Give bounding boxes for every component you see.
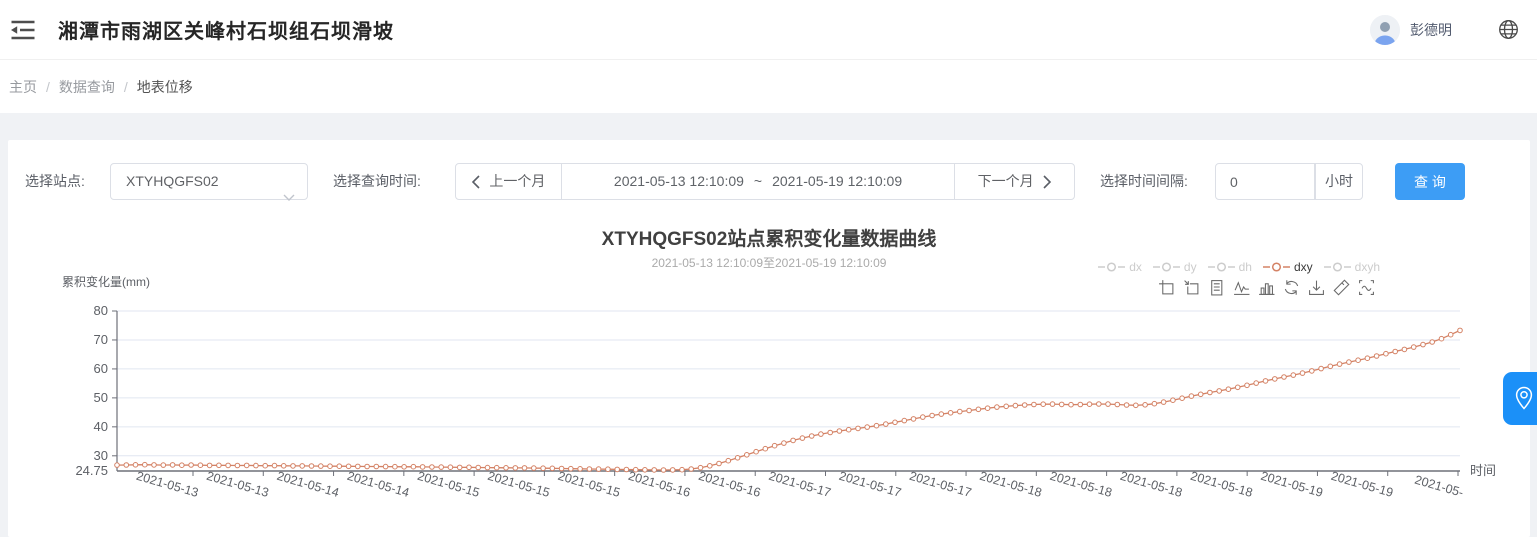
legend-item-dy[interactable]: dy [1153,260,1197,274]
svg-text:70: 70 [94,332,108,347]
chevron-left-icon [471,175,480,189]
zoom-select-icon[interactable] [1158,279,1175,296]
date-range-display[interactable]: 2021-05-13 12:10:09 ~ 2021-05-19 12:10:0… [562,164,955,199]
chart-title: XTYHQGFS02站点累积变化量数据曲线 [8,224,1530,251]
svg-text:80: 80 [94,303,108,318]
breadcrumb-separator: / [124,79,128,95]
svg-text:2021-05-17: 2021-05-17 [908,469,973,500]
legend-marker-icon [1208,261,1235,273]
breadcrumb: 主页 / 数据查询 / 地表位移 [0,61,1537,113]
zoom-reset-icon[interactable] [1183,279,1200,296]
user-name[interactable]: 彭德明 [1410,20,1452,40]
page-root: 湘潭市雨湖区关峰村石坝组石坝滑坡 彭德明 主页 / 数据查询 / 地表位移 选 [0,0,1537,537]
svg-text:2021-05-17: 2021-05-17 [837,469,902,500]
svg-text:2021-05-13: 2021-05-13 [205,469,270,500]
svg-text:2021-05-16: 2021-05-16 [697,469,762,500]
svg-text:2021-05-13: 2021-05-13 [135,469,200,500]
line-chart-icon[interactable] [1233,279,1250,296]
svg-text:30: 30 [94,448,108,463]
right-gutter [1530,113,1537,537]
svg-text:2021-05-19: 2021-05-19 [1259,469,1324,500]
interval-label: 选择时间间隔: [1100,163,1188,200]
y-axis-name: 累积变化量(mm) [62,273,150,290]
legend-item-dx[interactable]: dx [1098,260,1142,274]
svg-text:2021-05-18: 2021-05-18 [1048,469,1113,500]
breadcrumb-home[interactable]: 主页 [9,77,37,97]
range-end: 2021-05-19 12:10:09 [772,164,902,199]
legend-item-dxyh[interactable]: dxyh [1324,260,1380,274]
range-separator: ~ [754,164,762,199]
time-range-label: 选择查询时间: [333,163,421,200]
svg-text:2021-05-18: 2021-05-18 [978,469,1043,500]
legend-marker-icon [1153,261,1180,273]
legend-item-dh[interactable]: dh [1208,260,1252,274]
location-pin-icon [1514,386,1534,411]
query-button[interactable]: 查 询 [1395,163,1465,200]
svg-text:2021-05-19: 2021-05-19 [1329,469,1394,500]
svg-text:2021-05-14: 2021-05-14 [346,469,411,500]
legend-marker-icon [1324,261,1351,273]
svg-text:2021-05-17: 2021-05-17 [767,469,832,500]
restore-icon[interactable] [1283,279,1300,296]
svg-text:2021-05-16: 2021-05-16 [627,469,692,500]
svg-text:2021-05-15: 2021-05-15 [486,469,551,500]
svg-text:2021-05-15: 2021-05-15 [416,469,481,500]
chart-toolbox [1158,279,1375,296]
breadcrumb-separator: / [46,79,50,95]
legend-item-dxy[interactable]: dxy [1263,260,1313,274]
station-select[interactable]: XTYHQGFS02 [110,163,308,200]
page-title: 湘潭市雨湖区关峰村石坝组石坝滑坡 [58,15,394,44]
legend-marker-icon [1098,261,1125,273]
svg-text:2021-05-18: 2021-05-18 [1119,469,1184,500]
svg-text:2021-05-18: 2021-05-18 [1189,469,1254,500]
svg-text:24.75: 24.75 [75,463,108,478]
menu-fold-icon[interactable] [10,19,36,41]
svg-text:时间: 时间 [1470,463,1496,478]
chart-canvas[interactable]: 80706050403024.752021-05-132021-05-13202… [60,300,1520,535]
station-label: 选择站点: [25,163,85,200]
legend-marker-icon [1263,261,1290,273]
map-location-button[interactable] [1503,372,1537,425]
chevron-right-icon [1043,175,1052,189]
station-select-value: XTYHQGFS02 [126,173,219,189]
svg-text:2021-05-: 2021-05- [1413,473,1465,500]
filter-row: 选择站点: XTYHQGFS02 选择查询时间: 上一个月 2021-05-13… [8,163,1530,200]
svg-text:2021-05-14: 2021-05-14 [275,469,340,500]
range-start: 2021-05-13 12:10:09 [614,164,744,199]
svg-text:60: 60 [94,361,108,376]
interval-input[interactable] [1215,163,1315,200]
chevron-down-icon [283,179,295,214]
svg-text:50: 50 [94,390,108,405]
app-header: 湘潭市雨湖区关峰村石坝组石坝滑坡 彭德明 [0,0,1537,60]
next-month-button[interactable]: 下一个月 [954,164,1074,199]
data-view-icon[interactable] [1208,279,1225,296]
time-range-group: 上一个月 2021-05-13 12:10:09 ~ 2021-05-19 12… [455,163,1075,200]
svg-text:40: 40 [94,419,108,434]
chart-legend: dx dy dh dxy dxyh [1098,260,1380,274]
svg-text:2021-05-15: 2021-05-15 [556,469,621,500]
content-card: 选择站点: XTYHQGFS02 选择查询时间: 上一个月 2021-05-13… [8,140,1530,537]
save-image-icon[interactable] [1308,279,1325,296]
measure-icon[interactable] [1333,279,1350,296]
globe-icon[interactable] [1498,19,1519,40]
brush-select-icon[interactable] [1358,279,1375,296]
next-month-label: 下一个月 [978,164,1034,199]
breadcrumb-data-query[interactable]: 数据查询 [59,77,115,97]
interval-unit: 小时 [1315,163,1363,200]
prev-month-label: 上一个月 [489,164,545,199]
breadcrumb-current: 地表位移 [137,77,193,97]
prev-month-button[interactable]: 上一个月 [456,164,562,199]
avatar[interactable] [1370,15,1400,45]
bar-chart-icon[interactable] [1258,279,1275,296]
